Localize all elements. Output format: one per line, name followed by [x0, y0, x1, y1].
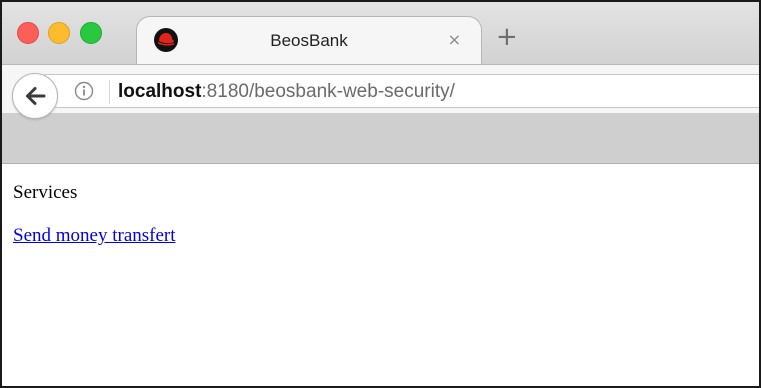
url-path: :8180/beosbank-web-security/	[201, 81, 455, 102]
tab-title: BeosBank	[270, 31, 348, 50]
services-heading: Services	[13, 182, 78, 203]
address-bar-separator	[109, 80, 110, 104]
window-zoom-button[interactable]	[80, 22, 102, 44]
back-arrow-icon	[26, 87, 46, 105]
url-text[interactable]: localhost:8180/beosbank-web-security/	[118, 81, 455, 103]
browser-window: BeosBank × + localhost:8180/beosbank-web…	[0, 0, 761, 388]
title-bar: BeosBank × +	[2, 2, 759, 65]
back-button[interactable]	[12, 73, 58, 119]
bookmarks-bar	[2, 113, 759, 164]
address-bar[interactable]: localhost:8180/beosbank-web-security/	[42, 74, 759, 108]
url-host: localhost	[118, 81, 202, 102]
info-icon[interactable]	[74, 81, 94, 101]
new-tab-button[interactable]: +	[496, 24, 518, 50]
window-minimize-button[interactable]	[48, 22, 70, 44]
window-close-button[interactable]	[17, 22, 39, 44]
tab-close-icon[interactable]: ×	[448, 30, 461, 50]
send-money-transfer-link[interactable]: Send money transfert	[13, 225, 176, 247]
tab-beosbank[interactable]: BeosBank ×	[136, 16, 482, 64]
page-content: Services Send money transfert	[2, 164, 759, 386]
navigation-toolbar: localhost:8180/beosbank-web-security/	[2, 65, 759, 119]
